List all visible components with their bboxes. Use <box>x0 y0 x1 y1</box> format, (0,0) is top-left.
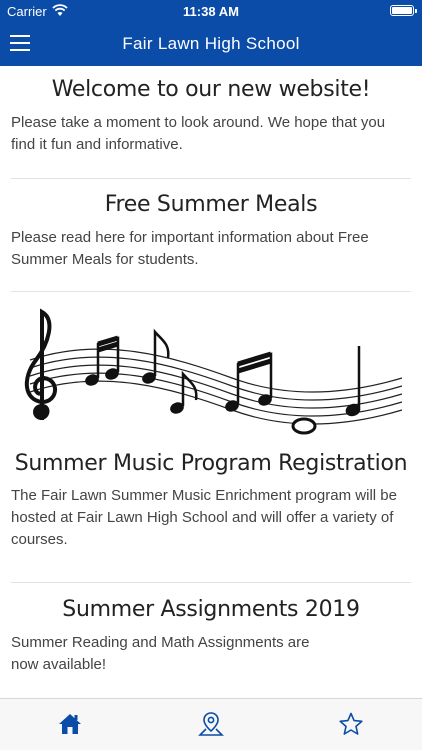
star-icon[interactable] <box>338 711 364 737</box>
news-item-body-line: now available! <box>11 656 107 673</box>
home-icon[interactable] <box>57 711 83 737</box>
news-item-body: The Fair Lawn Summer Music Enrichment pr… <box>11 487 397 548</box>
news-item-body: Summer Reading and Math Assignments are … <box>11 632 411 676</box>
music-notes-image <box>25 308 403 435</box>
battery-icon <box>390 5 417 16</box>
map-pin-icon[interactable] <box>198 711 224 737</box>
news-item-body-line: Summer Reading and Math Assignments are <box>11 634 310 651</box>
news-item-music-registration[interactable]: Summer Music Program Registration The Fa… <box>11 292 411 583</box>
news-item-title: Free Summer Meals <box>104 192 318 217</box>
nav-bar: Fair Lawn High School <box>0 22 422 66</box>
status-time: 11:38 AM <box>183 4 239 19</box>
news-item-welcome[interactable]: Welcome to our new website! Please take … <box>11 66 411 179</box>
news-item-summer-assignments[interactable]: Summer Assignments 2019 Summer Reading a… <box>11 583 411 698</box>
news-item-title: Summer Music Program Registration <box>14 451 408 476</box>
news-feed[interactable]: Welcome to our new website! Please take … <box>0 66 422 698</box>
news-item-title: Welcome to our new website! <box>51 77 371 102</box>
status-bar: Carrier 11:38 AM <box>0 0 422 22</box>
news-item-body: Please read here for important informati… <box>11 229 369 268</box>
news-item-summer-meals[interactable]: Free Summer Meals Please read here for i… <box>11 179 411 292</box>
news-item-body: Please take a moment to look around. We … <box>11 114 386 153</box>
tab-bar <box>0 698 422 750</box>
news-item-title: Summer Assignments 2019 <box>62 597 360 622</box>
page-title: Fair Lawn High School <box>122 34 300 53</box>
